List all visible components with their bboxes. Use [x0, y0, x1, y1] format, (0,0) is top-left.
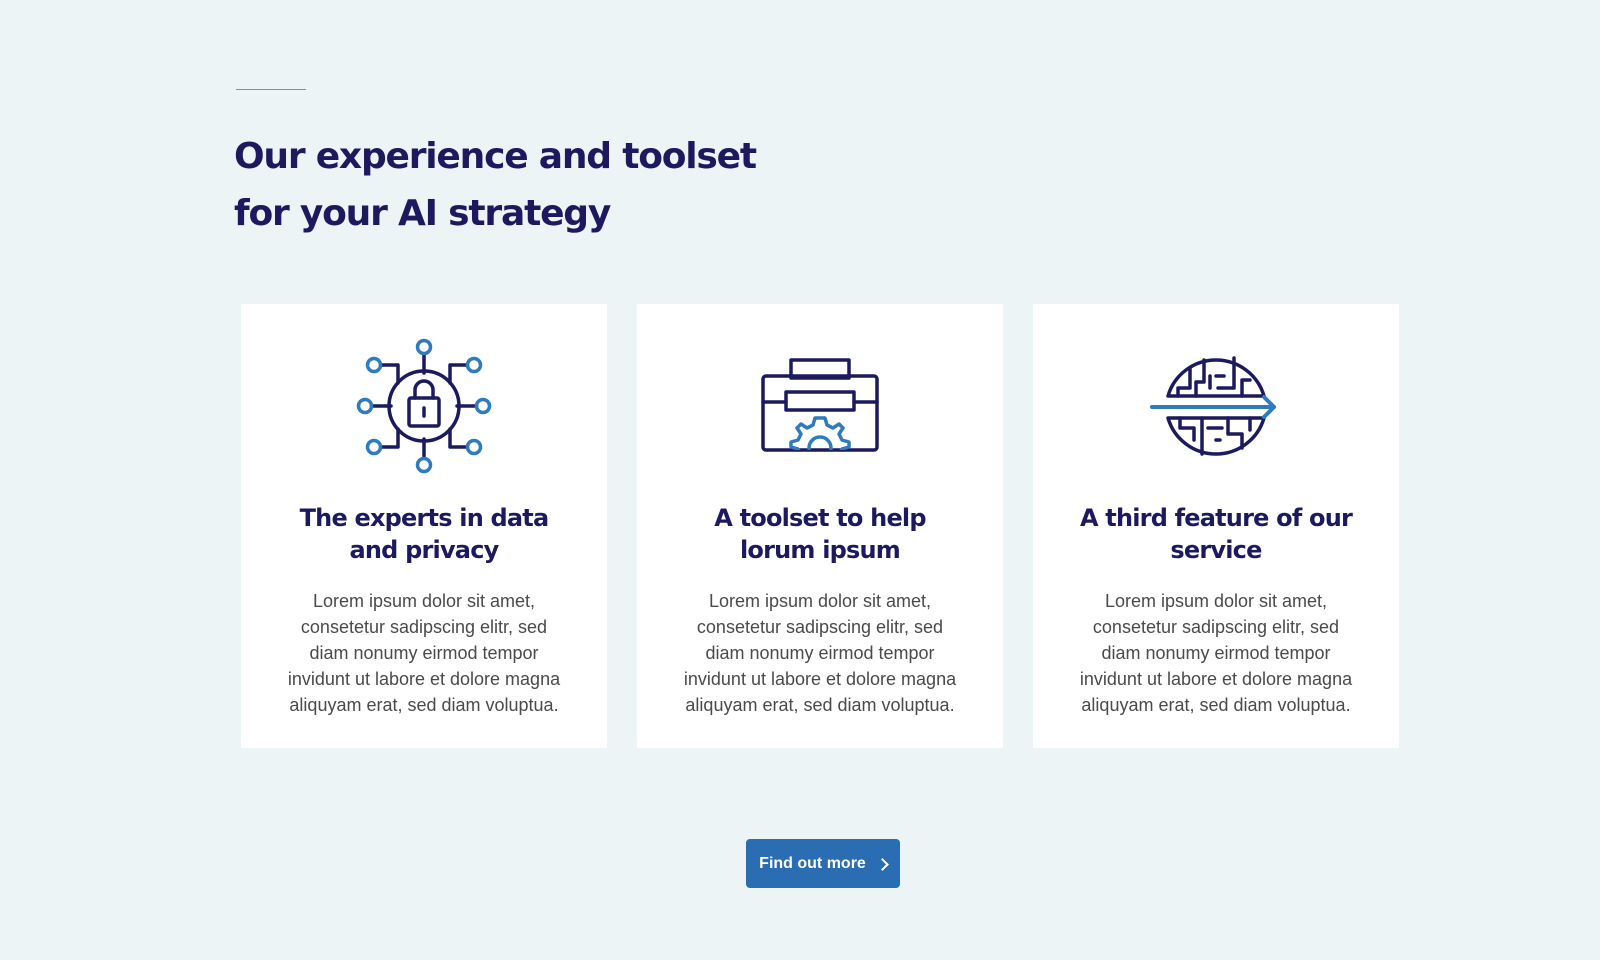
chevron-right-icon: [875, 857, 889, 871]
card-description: Lorem ipsum dolor sit amet, consetetur s…: [677, 588, 963, 718]
card-title: A third feature of our service: [1053, 502, 1379, 566]
feature-card-toolset: A toolset to help lorum ipsum Lorem ipsu…: [637, 304, 1003, 748]
section-heading-line-2: for your AI strategy: [234, 193, 611, 234]
section-heading-line-1: Our experience and toolset: [234, 136, 757, 177]
card-text-line: consetetur sadipscing elitr, sed: [1092, 617, 1340, 637]
feature-section: Our experience and toolset for your AI s…: [0, 0, 1600, 960]
card-title-line-1: A third feature of our: [1079, 504, 1353, 532]
card-text-line: aliquyam erat, sed diam voluptua.: [1081, 695, 1351, 715]
card-title-line-2: and privacy: [349, 536, 500, 564]
heading-accent-rule: [236, 89, 306, 90]
card-text-line: diam nonumy eirmod tempor: [1101, 643, 1331, 663]
card-text-line: aliquyam erat, sed diam voluptua.: [685, 695, 955, 715]
section-heading: Our experience and toolset for your AI s…: [234, 128, 794, 242]
card-title: A toolset to help lorum ipsum: [657, 502, 983, 566]
card-text-line: invidunt ut labore et dolore magna: [287, 669, 561, 689]
card-text-line: aliquyam erat, sed diam voluptua.: [289, 695, 559, 715]
card-title-line-1: A toolset to help: [714, 504, 926, 532]
card-text-line: consetetur sadipscing elitr, sed: [300, 617, 548, 637]
card-text-line: Lorem ipsum dolor sit amet,: [708, 591, 932, 611]
card-description: Lorem ipsum dolor sit amet, consetetur s…: [281, 588, 567, 718]
card-text-line: diam nonumy eirmod tempor: [705, 643, 935, 663]
feature-cards: The experts in data and privacy Lorem ip…: [241, 304, 1399, 748]
card-text-line: Lorem ipsum dolor sit amet,: [312, 591, 536, 611]
card-text-line: invidunt ut labore et dolore magna: [683, 669, 957, 689]
find-out-more-label: Find out more: [759, 854, 866, 872]
card-title-line-1: The experts in data: [299, 504, 550, 532]
feature-card-data-privacy: The experts in data and privacy Lorem ip…: [241, 304, 607, 748]
feature-card-third: A third feature of our service Lorem ips…: [1033, 304, 1399, 748]
card-text-line: Lorem ipsum dolor sit amet,: [1104, 591, 1328, 611]
card-text-line: consetetur sadipscing elitr, sed: [696, 617, 944, 637]
network-lock-icon: [241, 336, 607, 476]
toolbox-gear-icon: [637, 336, 1003, 476]
find-out-more-button[interactable]: Find out more: [746, 839, 900, 888]
card-title-line-2: service: [1170, 536, 1262, 564]
circuit-globe-arrow-icon: [1033, 336, 1399, 476]
card-text-line: diam nonumy eirmod tempor: [309, 643, 539, 663]
card-text-line: invidunt ut labore et dolore magna: [1079, 669, 1353, 689]
card-description: Lorem ipsum dolor sit amet, consetetur s…: [1073, 588, 1359, 718]
card-title: The experts in data and privacy: [261, 502, 587, 566]
card-title-line-2: lorum ipsum: [740, 536, 901, 564]
